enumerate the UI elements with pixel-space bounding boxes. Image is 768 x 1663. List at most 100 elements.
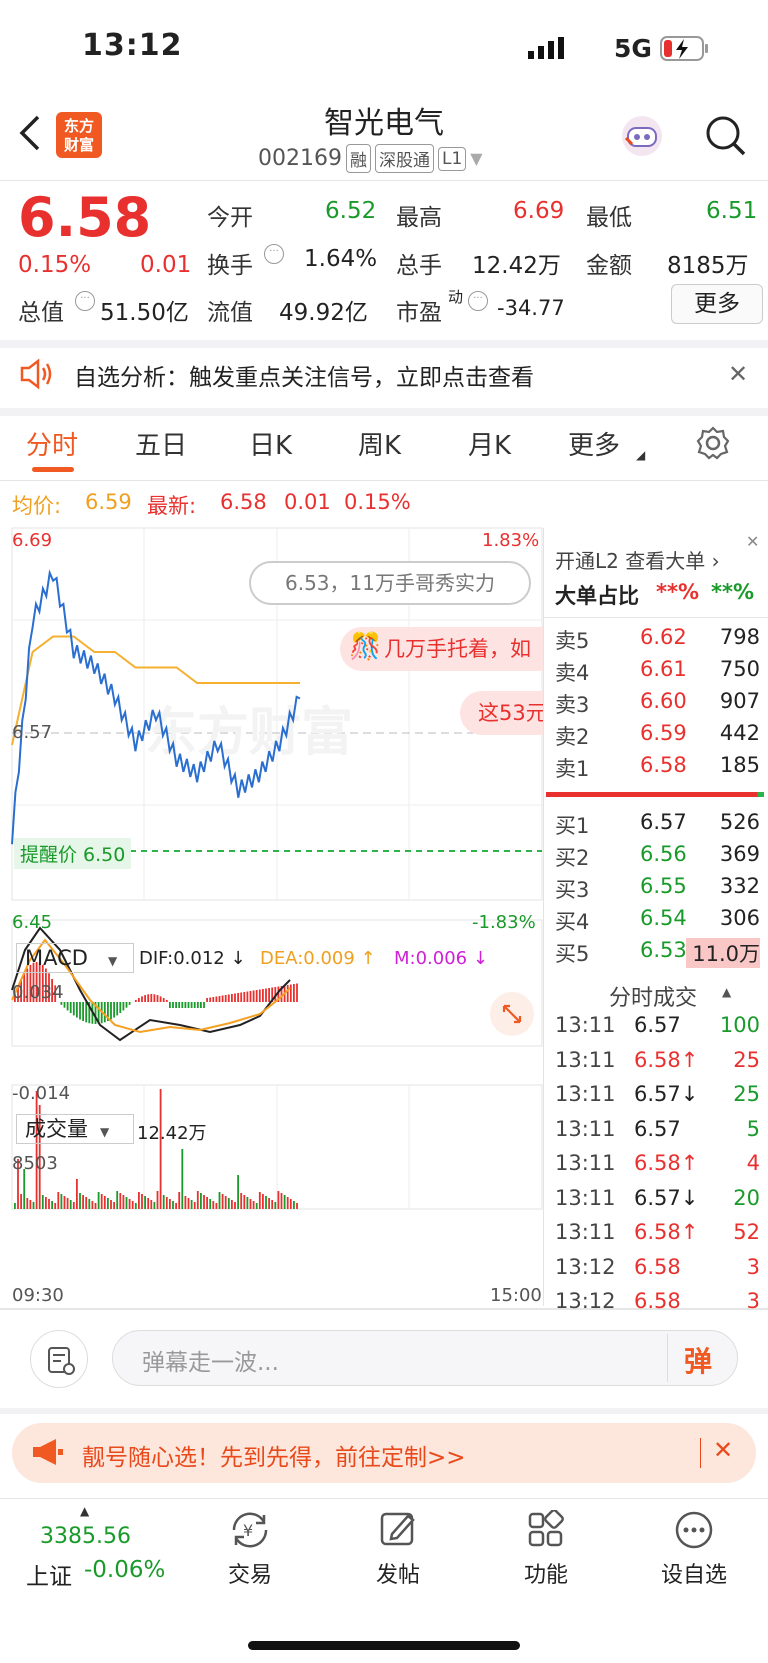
chevron-down-icon: ▼ (470, 149, 483, 168)
ask-label: 卖3 (555, 693, 590, 717)
tab-monthly[interactable]: 月K (468, 425, 511, 462)
volume-bar (296, 1203, 298, 1209)
tab-5day[interactable]: 五日 (135, 425, 187, 462)
volume-bar (212, 1201, 215, 1209)
tab-more[interactable]: 更多 (568, 425, 620, 462)
ask-price: 6.61 (640, 657, 687, 681)
volume-bar (97, 1192, 100, 1209)
ask-label: 卖2 (555, 725, 590, 749)
post-icon[interactable] (378, 1508, 418, 1552)
nav-add-watchlist[interactable]: 设自选 (634, 1557, 754, 1589)
macd-bar (212, 997, 215, 1002)
stock-code-row[interactable]: 002169 融 深股通 L1 ▼ (258, 144, 483, 173)
macd-bar (156, 995, 159, 1002)
macd-bar (249, 991, 252, 1002)
tick-time: 13:12 (555, 1254, 616, 1279)
volume-value: 12.42万 (472, 253, 561, 279)
close-icon[interactable]: ✕ (713, 1436, 733, 1464)
l2-upgrade-link[interactable]: 开通L2 查看大单 › (555, 545, 720, 574)
gear-icon[interactable] (696, 426, 730, 464)
open-label: 今开 (207, 205, 253, 231)
volume-bar (150, 1200, 153, 1209)
volume-bar (23, 1169, 26, 1209)
ask-price: 6.58 (640, 753, 687, 777)
volume-bar (60, 1194, 63, 1209)
index-name[interactable]: 上证 (26, 1557, 72, 1591)
info-pct: 0.15% (344, 490, 411, 514)
macd-bar (159, 996, 162, 1002)
search-icon[interactable] (704, 114, 748, 162)
more-dots-icon[interactable] (674, 1510, 714, 1554)
tick-price: 6.58↑ (634, 1151, 699, 1175)
change-pct: 0.15% (18, 252, 92, 278)
tick-price: 6.58↑ (634, 1047, 699, 1072)
more-button[interactable]: 更多 (671, 284, 763, 324)
tab-intraday[interactable]: 分时 (26, 425, 78, 462)
big-order-label: 大单占比 (555, 584, 639, 608)
volume-bar (156, 1191, 159, 1209)
danmu-bubble[interactable]: 这53元 (460, 691, 543, 735)
index-pct[interactable]: -0.06% (84, 1557, 165, 1583)
pct-min-label: -1.83% (472, 912, 536, 933)
tick-price: 6.57 (634, 1013, 681, 1037)
notice-text[interactable]: 自选分析：触发重点关注信号，立即点击查看 (74, 358, 534, 392)
macd-bar (255, 990, 258, 1002)
dropdown-icon: ▼ (107, 954, 118, 968)
alert-price-label[interactable]: 提醒价 6.50 (14, 838, 132, 869)
bid-label: 买5 (555, 942, 590, 966)
megaphone-icon (30, 1437, 64, 1471)
volume-bar (243, 1195, 246, 1209)
volume-bar (131, 1201, 134, 1209)
turnover-label: 换手 (207, 253, 253, 279)
volume-bar (141, 1194, 143, 1209)
macd-bar (169, 1002, 171, 1008)
mcap-label: 总值 (18, 300, 64, 326)
macd-bar (66, 1002, 69, 1011)
tick-time: 13:11 (555, 1116, 616, 1141)
info-icon[interactable]: ··· (468, 291, 488, 311)
big-order-buy: **% (656, 580, 700, 604)
close-icon[interactable]: ✕ (728, 360, 748, 388)
tab-weekly[interactable]: 周K (358, 425, 401, 462)
bid-price: 6.55 (640, 874, 687, 898)
macd-bar (72, 1002, 75, 1016)
close-icon[interactable]: ✕ (746, 532, 759, 551)
volume-bar (224, 1196, 227, 1209)
danmu-send-button[interactable]: 弹 (684, 1340, 712, 1380)
macd-bar (215, 996, 218, 1002)
index-value[interactable]: 3385.56 (40, 1524, 131, 1549)
macd-bar (234, 993, 236, 1002)
time-start: 09:30 (12, 1285, 64, 1306)
function-icon[interactable] (526, 1509, 566, 1554)
nav-post[interactable]: 发帖 (338, 1557, 458, 1589)
nav-function[interactable]: 功能 (486, 1557, 606, 1589)
volume-bar (122, 1195, 125, 1209)
tab-daily[interactable]: 日K (249, 425, 292, 462)
chevron-up-icon[interactable]: ▲ (722, 985, 731, 999)
float-value: 49.92亿 (279, 300, 368, 326)
danmu-settings-icon[interactable] (30, 1330, 88, 1388)
macd-bar (289, 984, 292, 1002)
info-icon[interactable]: ··· (264, 244, 284, 264)
macd-top-label: 0.034 (12, 982, 64, 1003)
macd-selector[interactable]: MACD ▼ (16, 943, 134, 973)
pe-label: 市盈 (396, 300, 442, 326)
danmu-bubble[interactable]: 6.53，11万手哥秀实力 (249, 561, 531, 605)
volume-bar (100, 1194, 103, 1209)
tab-underline (32, 467, 74, 472)
robot-avatar-icon[interactable] (620, 114, 664, 162)
volume-bar (119, 1193, 122, 1209)
volume-bar (181, 1149, 184, 1209)
ask-volume: 907 (719, 689, 760, 713)
tick-price: 6.57↓ (634, 1185, 699, 1210)
volume-bar (206, 1197, 208, 1209)
info-icon[interactable]: ··· (75, 291, 95, 311)
trade-icon[interactable]: ¥ (228, 1510, 272, 1554)
expand-icon[interactable] (490, 992, 534, 1036)
tick-volume: 3 (746, 1254, 760, 1279)
nav-trade[interactable]: 交易 (190, 1557, 310, 1589)
macd-bar (138, 998, 140, 1002)
macd-bar (79, 1002, 81, 1020)
last-label: 最新: (147, 494, 197, 518)
volume-selector[interactable]: 成交量 ▼ (16, 1114, 134, 1144)
